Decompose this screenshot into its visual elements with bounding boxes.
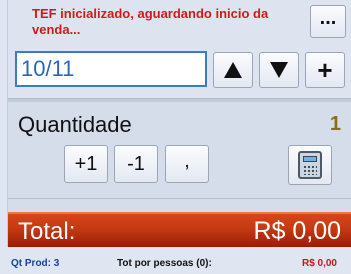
total-label: Total: [18,218,76,245]
section-divider [8,98,351,102]
up-button[interactable] [213,52,253,88]
total-value: R$ 0,00 [253,217,341,245]
decrement-button[interactable]: -1 [114,145,158,183]
quantity-value: 1 [329,113,341,135]
footer-bar: Qt Prod: 3 Tot por pessoas (0): R$ 0,00 [0,247,351,274]
qt-prod-label: Qt Prod: 3 [11,258,60,269]
status-message: TEF inicializado, aguardando inicio da v… [32,6,269,37]
tot-pessoas-value: R$ 0,00 [301,258,337,269]
down-button[interactable] [259,52,299,88]
section-divider-2 [8,198,351,208]
tot-pessoas-label: Tot por pessoas (0): [117,258,212,269]
quantity-label: Quantidade [18,112,132,137]
pos-panel: TEF inicializado, aguardando inicio da v… [0,0,351,274]
calculator-button[interactable] [288,145,332,185]
code-input[interactable]: 10/11 [15,51,207,87]
more-options-button[interactable]: ... [310,5,346,38]
add-button[interactable]: + [305,52,345,88]
up-arrow-icon [224,62,242,78]
calculator-icon [298,151,322,179]
plus-icon: + [317,54,333,85]
increment-button[interactable]: +1 [64,145,108,183]
left-rail [0,0,8,274]
total-bar: Total: R$ 0,00 [8,212,351,247]
comma-button[interactable]: , [165,145,209,183]
down-arrow-icon [270,62,288,78]
